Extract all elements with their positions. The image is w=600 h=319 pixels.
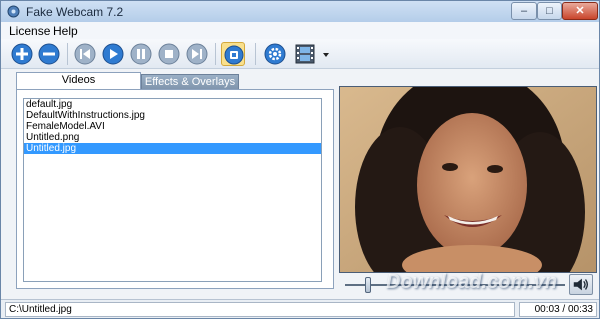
list-item[interactable]: Untitled.png <box>24 132 321 143</box>
minimize-button[interactable]: – <box>511 2 537 20</box>
seek-slider-thumb[interactable] <box>364 277 371 293</box>
stop-icon <box>158 43 180 65</box>
toolbar-separator <box>255 43 256 65</box>
toolbar-separator <box>67 43 68 65</box>
app-window: Fake Webcam 7.2 – □ ✕ License Help Video… <box>0 0 600 319</box>
close-button[interactable]: ✕ <box>562 2 598 20</box>
videos-panel: default.jpg DefaultWithInstructions.jpg … <box>16 89 334 289</box>
skip-forward-button[interactable] <box>185 42 209 66</box>
filmstrip-icon <box>295 44 315 64</box>
skip-forward-icon <box>186 43 208 65</box>
settings-button[interactable] <box>263 42 287 66</box>
list-item[interactable]: DefaultWithInstructions.jpg <box>24 110 321 121</box>
filmstrip-button[interactable] <box>293 42 317 66</box>
volume-button[interactable] <box>569 274 593 295</box>
file-list[interactable]: default.jpg DefaultWithInstructions.jpg … <box>23 98 322 282</box>
settings-icon <box>264 43 286 65</box>
menu-bar: License Help <box>1 22 599 39</box>
remove-button[interactable] <box>37 42 61 66</box>
stop-button[interactable] <box>157 42 181 66</box>
toolbar <box>1 39 599 69</box>
maximize-button[interactable]: □ <box>537 2 562 20</box>
add-button[interactable] <box>10 42 34 66</box>
add-icon <box>11 43 33 65</box>
window-title: Fake Webcam 7.2 <box>26 5 124 19</box>
chevron-down-icon[interactable] <box>323 53 329 57</box>
menu-help[interactable]: Help <box>53 24 78 38</box>
status-file-path: C:\Untitled.jpg <box>5 302 515 317</box>
play-button[interactable] <box>101 42 125 66</box>
video-preview <box>339 86 597 273</box>
speaker-icon <box>573 278 589 291</box>
app-icon <box>7 5 20 18</box>
title-bar: Fake Webcam 7.2 – □ ✕ <box>1 1 599 22</box>
menu-license[interactable]: License <box>9 24 50 38</box>
status-time: 00:03 / 00:33 <box>519 302 597 317</box>
record-button[interactable] <box>221 42 245 66</box>
list-item[interactable]: default.jpg <box>24 99 321 110</box>
list-item-selected[interactable]: Untitled.jpg <box>24 143 321 154</box>
pause-icon <box>130 43 152 65</box>
webcam-image <box>340 87 596 272</box>
skip-back-icon <box>74 43 96 65</box>
pause-button[interactable] <box>129 42 153 66</box>
watermark-text: Download.com.vn <box>386 271 558 293</box>
list-item[interactable]: FemaleModel.AVI <box>24 121 321 132</box>
toolbar-separator <box>215 43 216 65</box>
play-icon <box>102 43 124 65</box>
remove-icon <box>38 43 60 65</box>
skip-back-button[interactable] <box>73 42 97 66</box>
status-bar: C:\Untitled.jpg 00:03 / 00:33 <box>1 299 599 318</box>
main-content: Videos Effects & Overlays default.jpg De… <box>1 69 599 299</box>
record-icon <box>224 45 244 65</box>
